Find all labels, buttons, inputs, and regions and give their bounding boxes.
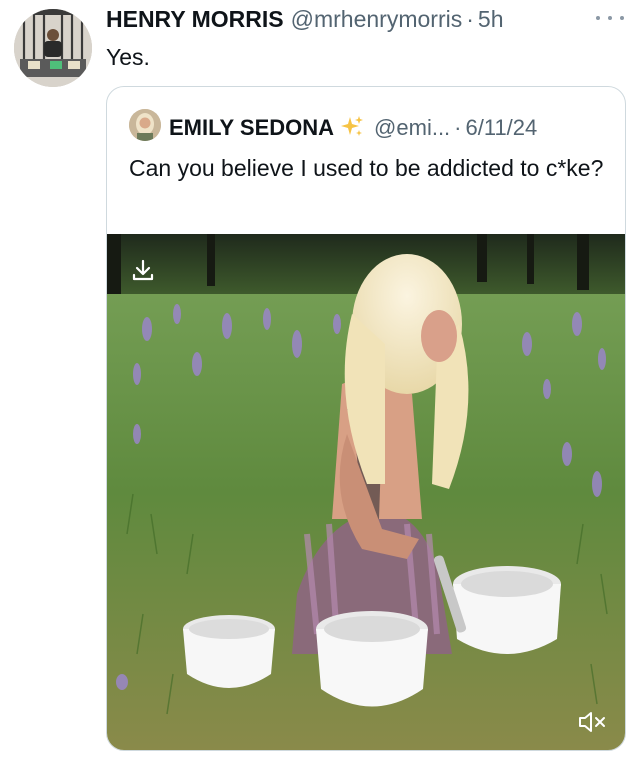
video-player[interactable] — [107, 234, 625, 750]
author-avatar[interactable] — [14, 9, 92, 87]
more-dot — [620, 16, 624, 20]
sparkles-icon — [341, 116, 364, 136]
quoted-author-name[interactable]: EMILY SEDONA — [169, 115, 334, 141]
quoted-author-avatar[interactable] — [129, 109, 161, 141]
more-options-icon[interactable] — [596, 8, 624, 28]
singing-bowl-left — [183, 615, 275, 688]
video-frame — [107, 234, 625, 750]
author-handle[interactable]: @mrhenrymorris — [291, 6, 463, 33]
singing-bowl-right — [453, 566, 561, 654]
more-dot — [596, 16, 600, 20]
tweet-text: Yes. — [106, 44, 150, 70]
singing-bowl-center — [316, 611, 428, 707]
quoted-date[interactable]: 6/11/24 — [466, 115, 538, 141]
quoted-tweet-card[interactable]: EMILY SEDONA @emi... · 6/11/24 Can you b… — [106, 86, 626, 751]
quoted-tweet-text: Can you believe I used to be addicted to… — [129, 155, 604, 181]
separator-dot: · — [466, 6, 474, 32]
download-icon[interactable] — [131, 258, 155, 282]
muted-speaker-icon[interactable] — [577, 710, 607, 734]
timestamp[interactable]: 5h — [478, 6, 504, 33]
separator-dot: · — [454, 115, 462, 140]
author-name[interactable]: HENRY MORRIS — [106, 6, 284, 33]
more-dot — [608, 16, 612, 20]
quoted-author-handle[interactable]: @emi... — [374, 115, 450, 141]
